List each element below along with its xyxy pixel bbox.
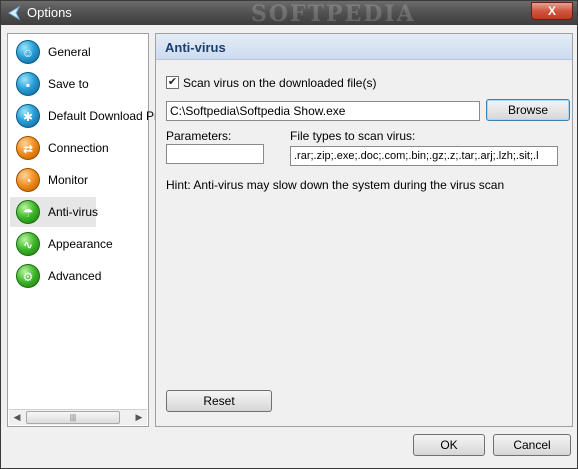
scroll-right-icon[interactable]: ▶: [131, 410, 147, 425]
close-button[interactable]: X: [531, 2, 573, 20]
advanced-icon: ⚙: [16, 264, 40, 288]
sidebar-item-connection[interactable]: ⇄ Connection: [10, 133, 146, 163]
sidebar-item-label: Default Download Pr: [48, 109, 159, 123]
options-sidebar: ☺ General ▪ Save to ✱ Default Download P…: [7, 33, 158, 427]
cancel-button[interactable]: Cancel: [493, 434, 571, 456]
hint-text: Hint: Anti-virus may slow down the syste…: [166, 178, 505, 192]
app-logo-icon: [8, 5, 21, 21]
file-types-label: File types to scan virus:: [290, 129, 416, 143]
appearance-icon: ∿: [16, 232, 40, 256]
sidebar-item-label: Save to: [48, 77, 89, 91]
scan-virus-label[interactable]: Scan virus on the downloaded file(s): [183, 76, 376, 90]
file-types-field[interactable]: .rar;.zip;.exe;.doc;.com;.bin;.gz;.z;.ta…: [290, 146, 558, 166]
reset-button[interactable]: Reset: [166, 390, 272, 412]
parameters-label: Parameters:: [166, 129, 232, 143]
user-icon: ☺: [16, 40, 40, 64]
sidebar-item-label: Advanced: [48, 269, 102, 283]
parameters-field[interactable]: [166, 144, 264, 164]
anti-virus-panel: Anti-virus ✔ Scan virus on the downloade…: [155, 33, 573, 427]
connection-icon: ⇄: [16, 136, 40, 160]
browse-button[interactable]: Browse: [486, 99, 570, 121]
sidebar-item-label: Connection: [48, 141, 109, 155]
sidebar-item-advanced[interactable]: ⚙ Advanced: [10, 261, 146, 291]
save-icon: ▪: [16, 72, 40, 96]
sidebar-item-label: Monitor: [48, 173, 89, 187]
sidebar-item-save-to[interactable]: ▪ Save to: [10, 69, 146, 99]
scroll-left-icon[interactable]: ◀: [9, 410, 25, 425]
panel-header: Anti-virus: [156, 34, 572, 60]
watermark: SOFTPEDIA: [251, 1, 416, 27]
sidebar-horizontal-scrollbar[interactable]: ◀ ||| ▶: [9, 409, 147, 425]
scanner-path-field[interactable]: C:\Softpedia\Softpedia Show.exe: [166, 101, 480, 121]
sidebar-item-default-download[interactable]: ✱ Default Download Pr: [10, 101, 158, 131]
monitor-icon: ◔: [16, 168, 40, 192]
options-window: Options SOFTPEDIA X ☺ General ▪ Save to …: [0, 0, 578, 469]
umbrella-icon: ☂: [16, 200, 40, 224]
download-icon: ✱: [16, 104, 40, 128]
sidebar-item-label: Anti-virus: [48, 205, 99, 219]
panel-title: Anti-virus: [165, 40, 226, 55]
ok-button[interactable]: OK: [413, 434, 485, 456]
window-title: Options: [27, 5, 72, 20]
sidebar-item-appearance[interactable]: ∿ Appearance: [10, 229, 146, 259]
scrollbar-thumb[interactable]: |||: [26, 411, 120, 424]
sidebar-item-anti-virus[interactable]: ☂ Anti-virus: [10, 197, 99, 227]
scan-virus-checkbox[interactable]: ✔: [166, 76, 179, 89]
title-bar[interactable]: Options SOFTPEDIA X: [1, 1, 577, 27]
sidebar-item-general[interactable]: ☺ General: [10, 37, 146, 67]
sidebar-item-label: General: [48, 45, 91, 59]
sidebar-item-label: Appearance: [48, 237, 113, 251]
sidebar-item-monitor[interactable]: ◔ Monitor: [10, 165, 146, 195]
